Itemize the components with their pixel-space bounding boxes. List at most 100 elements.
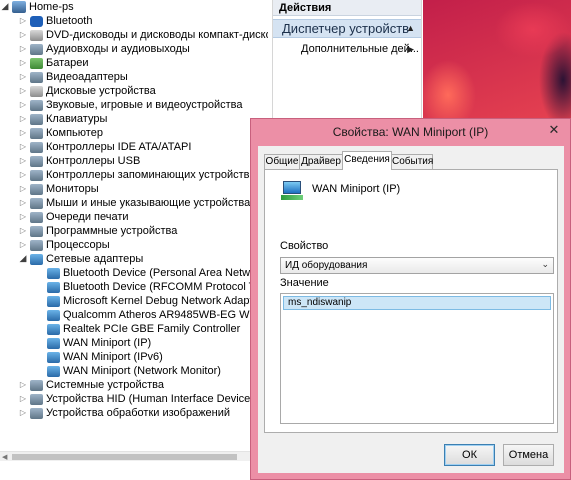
expand-arrow-icon[interactable]: ▷ xyxy=(18,378,28,392)
actions-device-manager-item[interactable]: Диспетчер устройств ▲ xyxy=(273,19,421,38)
tree-category-label: Видеоадаптеры xyxy=(46,71,128,83)
expand-arrow-icon[interactable]: ▷ xyxy=(18,238,28,252)
tab-general[interactable]: Общие xyxy=(264,154,300,169)
expand-arrow-icon[interactable]: ▷ xyxy=(18,406,28,420)
collapse-arrow-icon[interactable]: ◢ xyxy=(18,252,28,266)
tree-category[interactable]: ▷ Компьютер xyxy=(0,126,103,140)
tree-category[interactable]: ▷ Дисковые устройства xyxy=(0,84,156,98)
tree-category-label: Контроллеры USB xyxy=(46,155,141,167)
dialog-titlebar[interactable]: Свойства: WAN Miniport (IP) ✕ xyxy=(251,119,570,146)
network-adapter-icon xyxy=(47,281,60,293)
tree-category[interactable]: ▷ Очереди печати xyxy=(0,210,129,224)
expand-arrow-icon[interactable]: ▷ xyxy=(18,84,28,98)
tree-root[interactable]: ◢ Home-ps xyxy=(0,0,74,14)
tree-category[interactable]: ▷ Bluetooth xyxy=(0,14,93,28)
scroll-left-icon[interactable]: ◀ xyxy=(2,453,7,461)
expand-arrow-icon[interactable]: ▷ xyxy=(18,98,28,112)
expand-arrow-icon[interactable]: ▷ xyxy=(18,224,28,238)
tree-device-label: Bluetooth Device (Personal Area Network) xyxy=(63,267,268,279)
property-select[interactable]: ИД оборудования ⌄ xyxy=(280,257,554,274)
tree-device-label: Bluetooth Device (RFCOMM Protocol TDI) xyxy=(63,281,268,293)
expand-arrow-icon[interactable]: ▷ xyxy=(18,140,28,154)
expand-arrow-icon[interactable]: ▷ xyxy=(18,56,28,70)
expand-arrow-icon[interactable]: ▷ xyxy=(18,126,28,140)
expand-arrow-icon[interactable]: ▷ xyxy=(18,182,28,196)
keyboard-icon xyxy=(30,113,43,125)
tree-device[interactable]: Bluetooth Device (RFCOMM Protocol TDI) xyxy=(0,280,268,294)
tree-category[interactable]: ▷ Устройства HID (Human Interface Devices… xyxy=(0,392,260,406)
expand-arrow-icon[interactable]: ▷ xyxy=(18,14,28,28)
tree-device[interactable]: Qualcomm Atheros AR9485WB-EG Wireless Ne xyxy=(0,308,268,322)
tree-category-label: Звуковые, игровые и видеоустройства xyxy=(46,99,243,111)
tree-device-label: WAN Miniport (Network Monitor) xyxy=(63,365,221,377)
value-list-item[interactable]: ms_ndiswanip xyxy=(283,296,551,310)
expand-arrow-icon[interactable]: ▷ xyxy=(18,196,28,210)
tree-category-label: Мыши и иные указывающие устройства xyxy=(46,197,251,209)
expand-arrow-icon[interactable]: ▷ xyxy=(18,168,28,182)
tree-category[interactable]: ▷ Мониторы xyxy=(0,182,99,196)
tree-category[interactable]: ▷ Аудиовходы и аудиовыходы xyxy=(0,42,190,56)
tab-events[interactable]: События xyxy=(391,154,433,169)
tree-category[interactable]: ▷ Системные устройства xyxy=(0,378,164,392)
network-adapter-icon xyxy=(47,337,60,349)
ok-button[interactable]: ОК xyxy=(444,444,495,466)
actions-header: Действия xyxy=(273,0,421,16)
tab-details[interactable]: Сведения xyxy=(342,151,392,170)
tree-device[interactable]: WAN Miniport (IP) xyxy=(0,336,151,350)
tree-category[interactable]: ▷ Программные устройства xyxy=(0,224,177,238)
tree-category[interactable]: ▷ Видеоадаптеры xyxy=(0,70,128,84)
tree-category[interactable]: ▷ Звуковые, игровые и видеоустройства xyxy=(0,98,243,112)
property-label: Свойство xyxy=(280,240,329,252)
tree-root-label: Home-ps xyxy=(29,1,74,13)
expand-arrow-icon[interactable]: ▷ xyxy=(18,112,28,126)
tree-category[interactable]: ▷ Контроллеры IDE ATA/ATAPI xyxy=(0,140,192,154)
network-adapter-icon xyxy=(281,181,303,201)
network-adapter-icon xyxy=(30,253,43,265)
tree-device[interactable]: WAN Miniport (Network Monitor) xyxy=(0,364,221,378)
actions-more-item[interactable]: Дополнительные дей... ▶ xyxy=(273,41,421,57)
submenu-arrow-icon: ▶ xyxy=(407,44,414,54)
tree-category[interactable]: ▷ DVD-дисководы и дисководы компакт-диско… xyxy=(0,28,268,42)
expand-arrow-icon[interactable]: ▷ xyxy=(18,154,28,168)
horizontal-scrollbar[interactable]: ◀ ▶ xyxy=(0,451,268,461)
tree-category-label: Системные устройства xyxy=(46,379,165,391)
tree-device[interactable]: Bluetooth Device (Personal Area Network) xyxy=(0,266,268,280)
expand-arrow-icon[interactable]: ▷ xyxy=(18,210,28,224)
device-tree[interactable]: ◢ Home-ps ▷ Bluetooth ▷ DVD-дисководы и дис… xyxy=(0,0,268,458)
expand-arrow-icon[interactable]: ▷ xyxy=(18,42,28,56)
computer-icon xyxy=(12,1,26,13)
tree-category[interactable]: ▷ Мыши и иные указывающие устройства xyxy=(0,196,250,210)
tree-category[interactable]: ▷ Батареи xyxy=(0,56,89,70)
expand-arrow-icon[interactable]: ▷ xyxy=(18,28,28,42)
tree-category-label: Очереди печати xyxy=(46,211,129,223)
tree-device[interactable]: Microsoft Kernel Debug Network Adapter xyxy=(0,294,262,308)
collapse-up-icon[interactable]: ▲ xyxy=(406,20,415,37)
usb-icon xyxy=(30,155,43,167)
tree-category-network-label: Сетевые адаптеры xyxy=(46,253,144,265)
tree-category-label: Программные устройства xyxy=(46,225,178,237)
dialog-title: Свойства: WAN Miniport (IP) xyxy=(332,125,489,139)
tree-category[interactable]: ▷ Контроллеры запоминающих устройств xyxy=(0,168,250,182)
tree-device[interactable]: WAN Miniport (IPv6) xyxy=(0,350,163,364)
cancel-button[interactable]: Отмена xyxy=(503,444,554,466)
tab-driver[interactable]: Драйвер xyxy=(299,154,343,169)
expand-arrow-icon[interactable]: ▷ xyxy=(18,392,28,406)
scroll-thumb[interactable] xyxy=(12,454,237,460)
display-adapter-icon xyxy=(30,71,43,83)
collapse-arrow-icon[interactable]: ◢ xyxy=(0,0,10,14)
details-tab-panel: WAN Miniport (IP) Свойство ИД оборудован… xyxy=(264,169,558,433)
close-icon[interactable]: ✕ xyxy=(546,123,562,139)
expand-arrow-icon[interactable]: ▷ xyxy=(18,70,28,84)
tree-category[interactable]: ▷ Устройства обработки изображений xyxy=(0,406,230,420)
tree-device-label: Realtek PCIe GBE Family Controller xyxy=(63,323,241,335)
tree-category[interactable]: ▷ Процессоры xyxy=(0,238,110,252)
ide-controller-icon xyxy=(30,141,43,153)
tree-device[interactable]: Realtek PCIe GBE Family Controller xyxy=(0,322,240,336)
tree-category-label: Клавиатуры xyxy=(46,113,108,125)
tree-category-network[interactable]: ◢ Сетевые адаптеры xyxy=(0,252,144,266)
tree-category[interactable]: ▷ Контроллеры USB xyxy=(0,154,140,168)
disk-drive-icon xyxy=(30,85,43,97)
tree-category[interactable]: ▷ Клавиатуры xyxy=(0,112,107,126)
hid-icon xyxy=(30,393,43,405)
value-list[interactable]: ms_ndiswanip xyxy=(280,293,554,424)
